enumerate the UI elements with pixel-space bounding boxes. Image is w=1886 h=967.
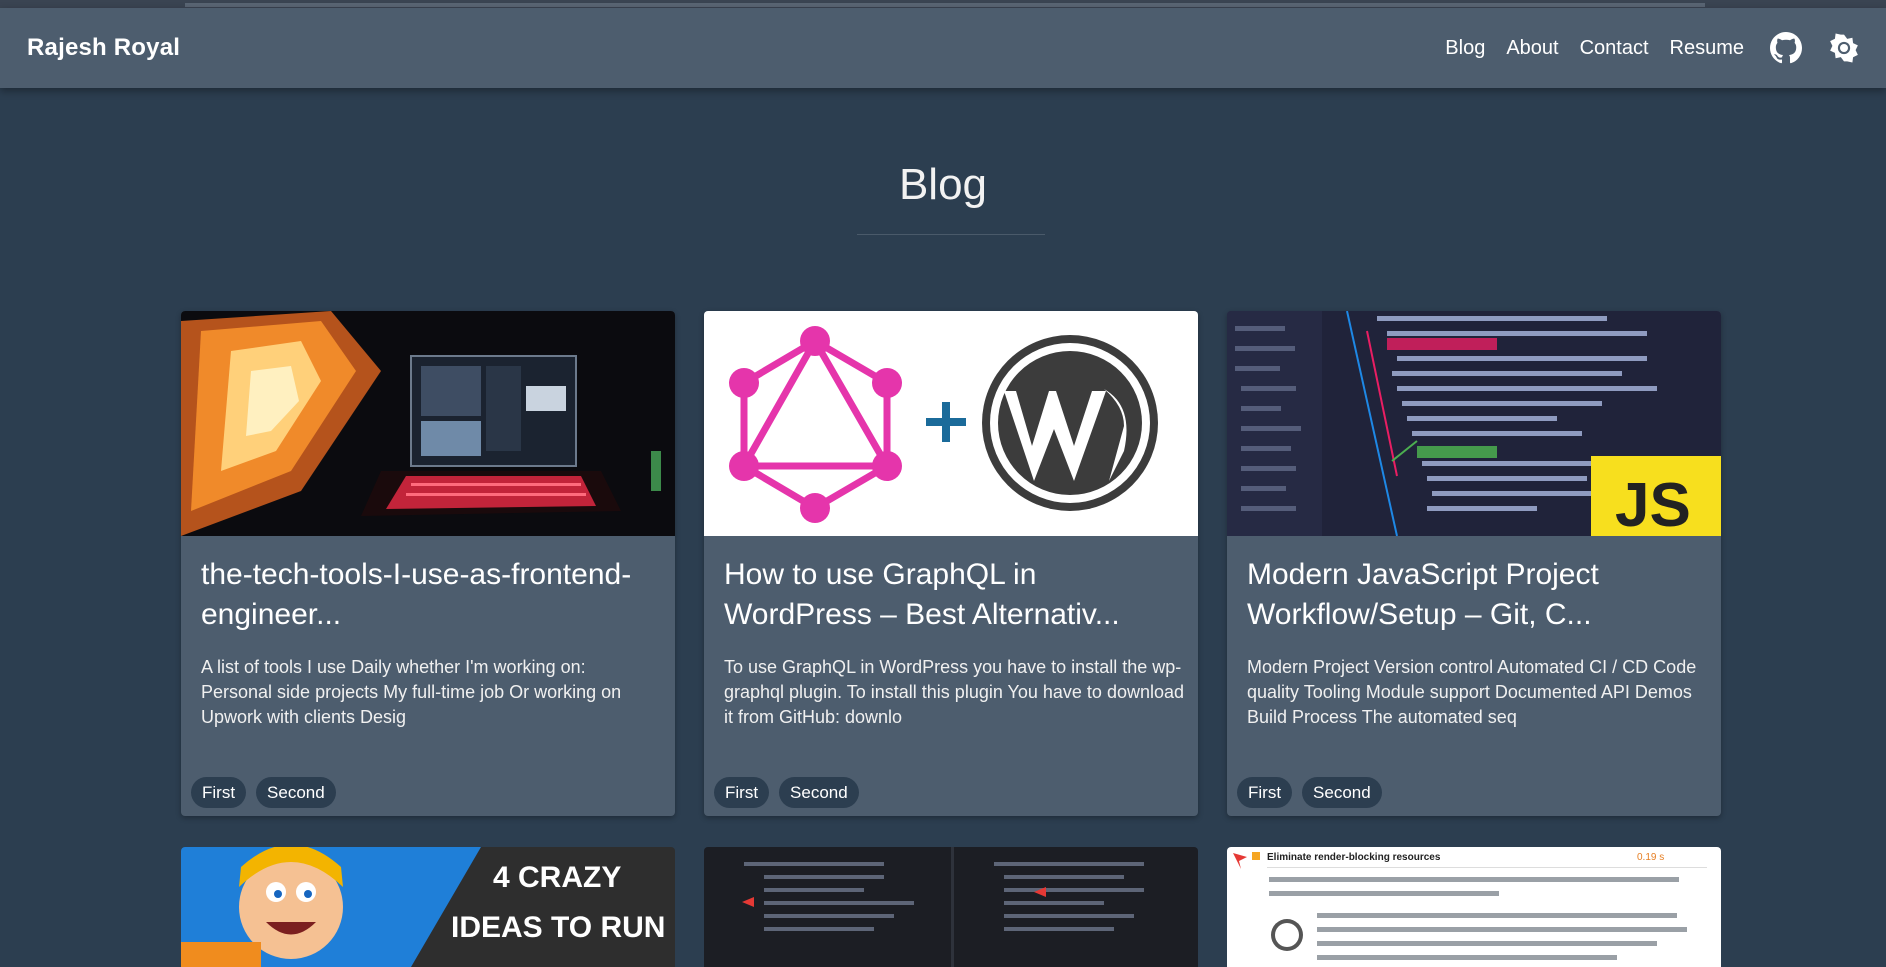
title-divider: [857, 234, 1045, 235]
post-tags: First Second: [191, 777, 346, 808]
post-title[interactable]: the-tech-tools-I-use-as-frontend-enginee…: [201, 555, 651, 635]
preview-value: 0.19 s: [1637, 852, 1664, 863]
top-navbar: Rajesh Royal Blog About Contact Resume: [0, 8, 1886, 88]
github-icon[interactable]: [1770, 32, 1802, 64]
nav-link-resume[interactable]: Resume: [1670, 37, 1744, 60]
preview-text-line1: 4 CRAZY: [493, 861, 621, 894]
tag-chip[interactable]: First: [714, 777, 770, 808]
tag-chip[interactable]: Second: [256, 777, 336, 808]
post-thumbnail-crazy-ideas: 4 CRAZY IDEAS TO RUN: [181, 847, 675, 967]
site-brand-link[interactable]: Rajesh Royal: [27, 34, 180, 62]
post-description: To use GraphQL in WordPress you have to …: [724, 657, 1185, 727]
post-title[interactable]: Modern JavaScript Project Workflow/Setup…: [1247, 555, 1697, 635]
preview-heading: Eliminate render-blocking resources: [1267, 852, 1441, 863]
post-tags: First Second: [714, 777, 869, 808]
blog-card-preview[interactable]: Eliminate render-blocking resources 0.19…: [1227, 847, 1721, 967]
svg-text:JS: JS: [1615, 471, 1691, 536]
blog-card[interactable]: the-tech-tools-I-use-as-frontend-enginee…: [181, 311, 675, 816]
post-description: A list of tools I use Daily whether I'm …: [201, 657, 622, 727]
theme-toggle-icon[interactable]: [1828, 32, 1860, 64]
tag-chip[interactable]: First: [1237, 777, 1293, 808]
tag-chip[interactable]: First: [191, 777, 247, 808]
post-thumbnail-setup-photo[interactable]: [181, 311, 675, 536]
blog-card-preview[interactable]: [704, 847, 1198, 967]
post-thumbnail-code-diff: [704, 847, 1198, 967]
nav-link-about[interactable]: About: [1506, 37, 1558, 60]
nav-link-contact[interactable]: Contact: [1580, 37, 1649, 60]
post-thumbnail-graphql-wordpress[interactable]: [704, 311, 1198, 536]
post-tags: First Second: [1237, 777, 1392, 808]
tag-chip[interactable]: Second: [779, 777, 859, 808]
blog-card[interactable]: How to use GraphQL in WordPress – Best A…: [704, 311, 1198, 816]
post-thumbnail-pagespeed-report: Eliminate render-blocking resources 0.19…: [1227, 847, 1721, 967]
post-description: Modern Project Version control Automated…: [1247, 657, 1697, 727]
blog-card-preview[interactable]: 4 CRAZY IDEAS TO RUN: [181, 847, 675, 967]
tag-chip[interactable]: Second: [1302, 777, 1382, 808]
preview-text-line2: IDEAS TO RUN: [451, 911, 665, 944]
browser-top-edge: [0, 0, 1886, 8]
post-title[interactable]: How to use GraphQL in WordPress – Best A…: [724, 555, 1174, 635]
nav-link-blog[interactable]: Blog: [1445, 37, 1485, 60]
page-title: Blog: [898, 160, 988, 209]
post-thumbnail-git-log[interactable]: JS: [1227, 311, 1721, 536]
nav-links: Blog About Contact Resume: [1424, 32, 1860, 64]
blog-card[interactable]: JS Modern JavaScript Project Workflow/Se…: [1227, 311, 1721, 816]
